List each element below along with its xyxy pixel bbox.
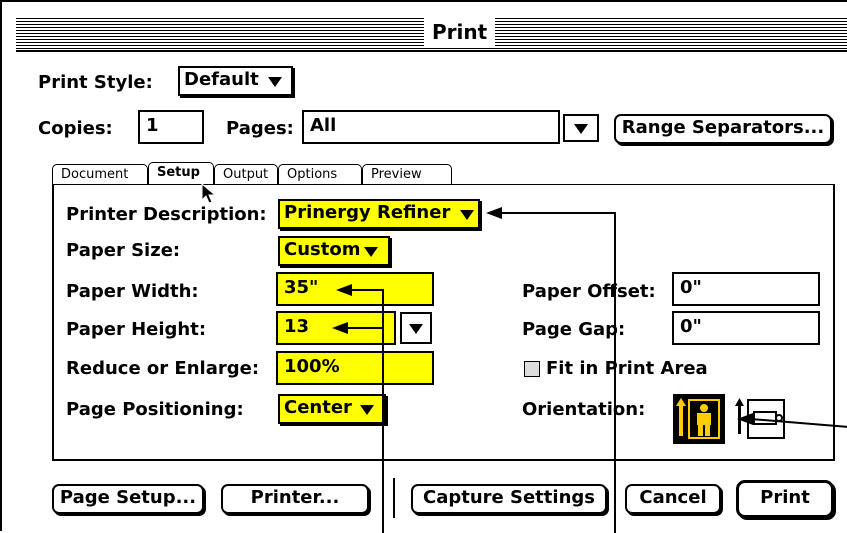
callout-arrowhead-icon <box>336 284 352 296</box>
callout-arrowhead-icon <box>332 322 348 334</box>
callout-line <box>382 289 384 533</box>
callout-arrow <box>737 413 847 428</box>
title-divider <box>16 50 847 52</box>
paper-height-label: Paper Height: <box>66 319 207 340</box>
tab-setup[interactable]: Setup <box>148 162 214 184</box>
tab-document[interactable]: Document <box>52 164 148 184</box>
printer-description-value: Prinergy Refiner <box>284 202 451 223</box>
print-button[interactable]: Print <box>736 480 834 518</box>
print-style-value: Default <box>184 69 259 90</box>
tab-options[interactable]: Options <box>278 164 362 184</box>
title-bar[interactable]: Print <box>16 16 847 50</box>
printer-description-popup[interactable]: Prinergy Refiner <box>278 199 480 229</box>
mouse-cursor-icon <box>201 182 217 204</box>
fit-in-print-area-label: Fit in Print Area <box>546 358 708 379</box>
cancel-button[interactable]: Cancel <box>625 484 721 514</box>
print-style-popup[interactable]: Default <box>178 66 293 96</box>
tab-output[interactable]: Output <box>214 164 278 184</box>
callout-line <box>614 212 616 533</box>
paper-offset-label: Paper Offset: <box>522 281 656 302</box>
page-setup-button[interactable]: Page Setup... <box>52 484 204 514</box>
page-gap-label: Page Gap: <box>522 319 626 340</box>
callout-arrowhead-icon <box>486 207 502 219</box>
capture-settings-button[interactable]: Capture Settings <box>411 484 607 514</box>
copies-field[interactable]: 1 <box>138 110 204 144</box>
paper-size-label: Paper Size: <box>66 240 181 261</box>
print-dialog: Print Print Style: Default Copies: 1 Pag… <box>0 0 847 533</box>
callout-line <box>350 289 384 291</box>
orientation-label: Orientation: <box>522 399 646 420</box>
callout-line <box>500 212 616 214</box>
paper-height-dropdown-button[interactable] <box>400 312 432 344</box>
pages-field[interactable]: All <box>302 110 560 144</box>
page-gap-field[interactable]: 0" <box>672 311 820 345</box>
paper-size-popup[interactable]: Custom <box>278 236 390 266</box>
button-separator <box>393 478 395 518</box>
chevron-down-icon <box>364 247 378 257</box>
chevron-down-icon <box>460 210 474 220</box>
pages-label: Pages: <box>226 118 294 139</box>
callout-line <box>346 327 384 329</box>
reduce-enlarge-label: Reduce or Enlarge: <box>66 358 260 379</box>
range-separators-button[interactable]: Range Separators... <box>614 114 832 144</box>
chevron-down-icon <box>360 405 374 415</box>
portrait-orientation-icon[interactable] <box>673 394 725 444</box>
page-positioning-label: Page Positioning: <box>66 399 244 420</box>
portrait-figure-icon <box>676 398 720 439</box>
chevron-down-icon <box>409 324 423 334</box>
copies-label: Copies: <box>38 118 113 139</box>
chevron-down-icon <box>574 124 588 134</box>
tab-preview[interactable]: Preview <box>362 164 452 184</box>
pages-dropdown-button[interactable] <box>563 114 599 142</box>
window-title: Print <box>424 18 496 46</box>
printer-description-label: Printer Description: <box>66 204 267 225</box>
print-style-label: Print Style: <box>38 72 153 93</box>
reduce-enlarge-field[interactable]: 100% <box>276 351 434 385</box>
paper-size-value: Custom <box>284 239 361 260</box>
fit-in-print-area-checkbox[interactable] <box>524 361 540 377</box>
page-positioning-popup[interactable]: Center <box>278 394 386 424</box>
printer-button[interactable]: Printer... <box>221 484 369 514</box>
page-positioning-value: Center <box>284 397 352 418</box>
paper-width-label: Paper Width: <box>66 281 199 302</box>
chevron-down-icon <box>268 77 282 87</box>
paper-offset-field[interactable]: 0" <box>672 272 820 306</box>
